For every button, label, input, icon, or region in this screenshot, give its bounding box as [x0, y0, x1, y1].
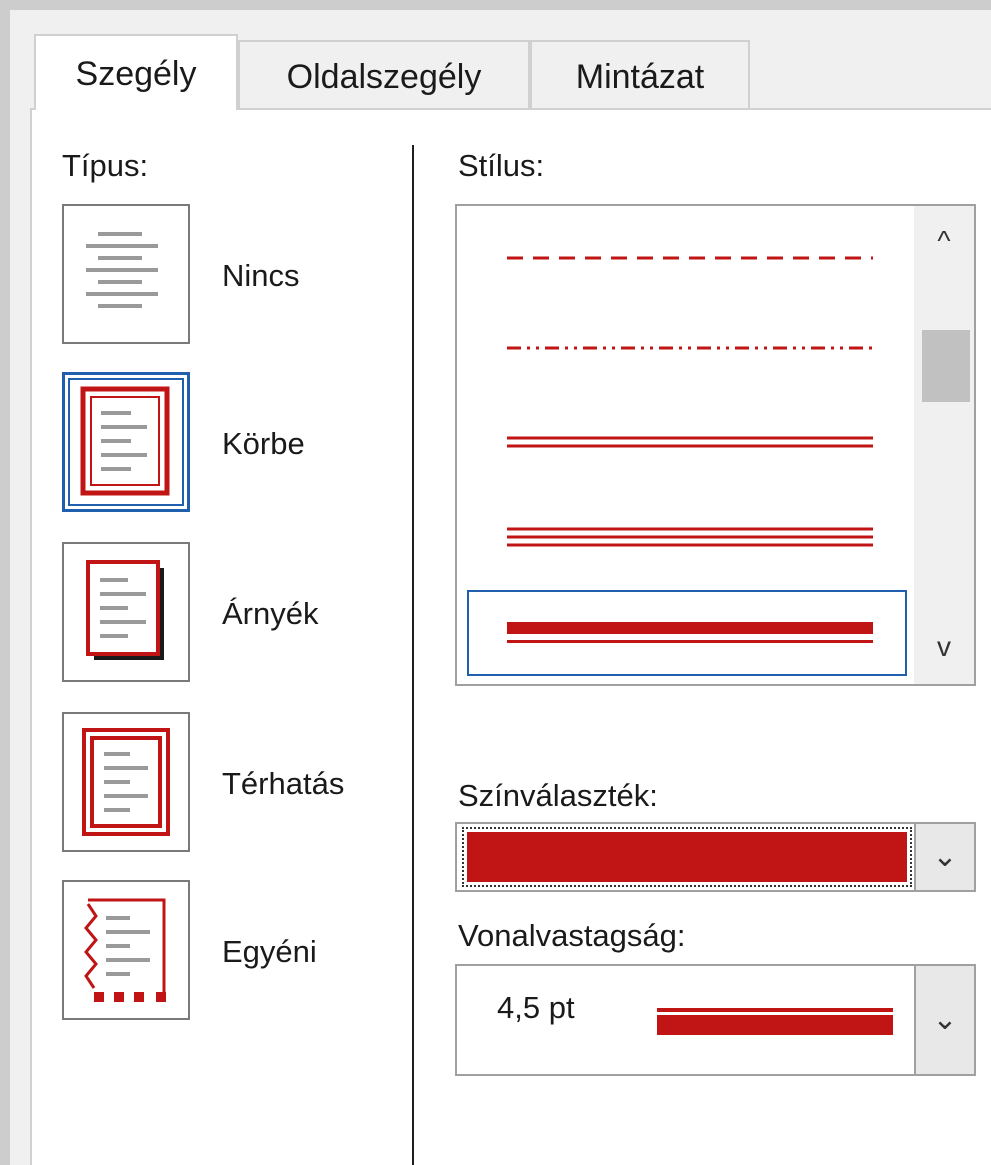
box-border-icon	[80, 386, 170, 496]
scroll-up-icon[interactable]: ^	[914, 216, 974, 266]
tab-mintazat-label: Mintázat	[575, 58, 705, 96]
color-dropdown[interactable]: ⌄	[455, 822, 976, 892]
type-none-label: Nincs	[222, 258, 300, 293]
type-shadow-label: Árnyék	[222, 596, 319, 631]
style-label: Stílus:	[458, 148, 545, 183]
weight-line-preview	[657, 1012, 893, 1031]
3d-border-icon	[82, 728, 170, 836]
type-box-label: Körbe	[222, 426, 305, 461]
style-scrollbar[interactable]: ^ v	[914, 206, 974, 684]
type-custom-label: Egyéni	[222, 934, 317, 969]
style-option-dashed[interactable]	[507, 248, 873, 268]
type-label: Típus:	[62, 148, 149, 183]
style-option-dash-dot-dot[interactable]	[507, 338, 873, 358]
scroll-down-icon[interactable]: v	[914, 622, 974, 672]
tab-szegely[interactable]: Szegély	[34, 34, 238, 110]
custom-border-icon	[84, 898, 166, 1002]
type-3d-label: Térhatás	[222, 766, 345, 801]
scroll-thumb[interactable]	[922, 330, 970, 402]
type-custom-button[interactable]	[62, 880, 190, 1020]
color-dropdown-arrow-icon[interactable]: ⌄	[914, 824, 974, 890]
window-edge-top	[0, 0, 991, 10]
style-listbox[interactable]: ^ v	[455, 204, 976, 686]
dialog-frame: Szegély Oldalszegély Mintázat Típus: Nin…	[0, 0, 991, 1165]
tab-mintazat[interactable]: Mintázat	[530, 40, 750, 110]
style-option-thick-thin[interactable]	[507, 618, 873, 648]
tab-szegely-label: Szegély	[75, 55, 197, 93]
none-icon	[86, 232, 158, 308]
type-shadow-button[interactable]	[62, 542, 190, 682]
type-box-button[interactable]	[62, 372, 190, 512]
window-edge-left	[0, 0, 10, 1165]
tab-oldalszegely[interactable]: Oldalszegély	[238, 40, 530, 110]
color-swatch	[462, 827, 912, 887]
weight-dropdown-arrow-icon[interactable]: ⌄	[914, 966, 974, 1074]
color-label: Színválaszték:	[458, 778, 658, 813]
weight-dropdown[interactable]: 4,5 pt ⌄	[455, 964, 976, 1076]
section-divider	[412, 145, 414, 1165]
tab-oldalszegely-label: Oldalszegély	[286, 58, 482, 96]
weight-value: 4,5 pt	[497, 990, 575, 1025]
shadow-border-icon	[86, 560, 164, 660]
style-option-double[interactable]	[507, 432, 873, 452]
type-3d-button[interactable]	[62, 712, 190, 852]
weight-label: Vonalvastagság:	[458, 918, 686, 953]
type-none-button[interactable]	[62, 204, 190, 344]
style-option-triple[interactable]	[507, 524, 873, 550]
